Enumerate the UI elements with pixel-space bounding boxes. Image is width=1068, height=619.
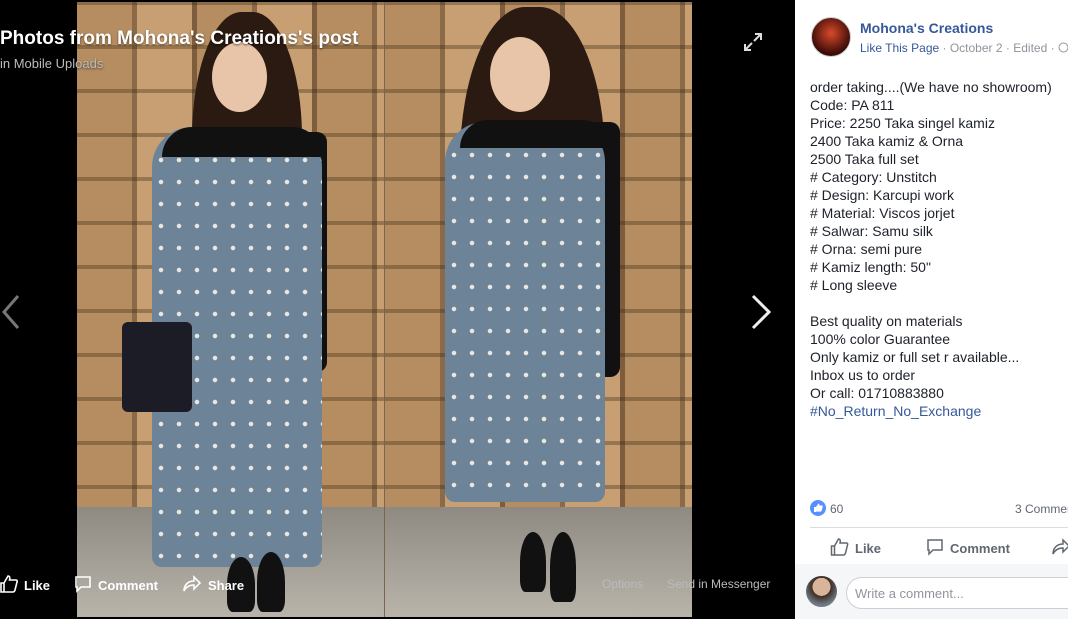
send-in-messenger-link[interactable]: Send in Messenger [667, 577, 770, 591]
post-line: Or call: 01710883880 [810, 385, 944, 401]
post-line: # Salwar: Samu silk [810, 223, 933, 239]
edited-label[interactable]: Edited [1013, 41, 1047, 55]
viewer-share-label: Share [207, 577, 245, 593]
post-actions: Like Comment [810, 530, 1068, 564]
comment-icon [74, 575, 98, 596]
post-line: Best quality on materials [810, 313, 963, 329]
post-line: Inbox us to order [810, 367, 916, 383]
viewer-comment-button[interactable]: Comment [74, 575, 158, 596]
post-line: 2500 Taka full set [810, 151, 919, 167]
post-line: # Design: Karcupi work [810, 187, 954, 203]
globe-icon [1058, 41, 1068, 55]
reactions-bar: 60 3 Comments [810, 500, 1068, 518]
post-panel: Mohona's Creations Like This Page · Octo… [795, 0, 1068, 619]
page-avatar[interactable] [811, 17, 851, 57]
like-reaction-icon[interactable] [810, 500, 826, 516]
photo-right-half [385, 2, 692, 617]
post-line [810, 294, 1068, 312]
post-like-button[interactable]: Like [830, 538, 881, 559]
photo-viewer: Photos from Mohona's Creations's post in… [0, 0, 795, 619]
post-date[interactable]: October 2 [950, 41, 1003, 55]
post-like-label: Like [855, 541, 882, 556]
user-avatar[interactable] [806, 576, 837, 607]
comment-composer [795, 564, 1068, 619]
post-line: # Kamiz length: 50" [810, 259, 931, 275]
post-photo[interactable] [77, 2, 692, 617]
share-icon [182, 574, 208, 596]
post-meta: Like This Page · October 2 · Edited · [860, 41, 1068, 55]
model-figure-left [77, 2, 384, 617]
like-page-link[interactable]: Like This Page [860, 41, 939, 55]
photo-left-half [77, 2, 384, 617]
post-share-button[interactable] [1051, 538, 1068, 559]
viewer-like-button[interactable]: Like [0, 574, 51, 596]
hashtag-link[interactable]: #No_Return_No_Exchange [810, 402, 1068, 420]
post-line: # Orna: semi pure [810, 241, 923, 257]
comment-count[interactable]: 3 Comments [1015, 502, 1068, 516]
chevron-right-icon[interactable] [748, 292, 774, 332]
post-line: 2400 Taka kamiz & Orna [810, 133, 964, 149]
post-line: Only kamiz or full set r available... [810, 349, 1020, 365]
options-link[interactable]: Options [602, 577, 643, 591]
viewer-subtitle[interactable]: in Mobile Uploads [0, 56, 103, 71]
viewer-title[interactable]: Photos from Mohona's Creations's post [0, 28, 358, 50]
viewer-comment-label: Comment [98, 577, 158, 593]
reaction-count[interactable]: 60 [830, 502, 843, 516]
post-line: order taking....(We have no showroom) [810, 79, 1052, 95]
post-line: 100% color Guarantee [810, 331, 951, 347]
viewer-actions: Like Comment Share [0, 573, 268, 597]
share-icon [1051, 538, 1068, 559]
post-line: Code: PA 811 [810, 97, 895, 113]
post-line: # Material: Viscos jorjet [810, 205, 955, 221]
viewer-like-label: Like [24, 577, 51, 593]
post-line: # Category: Unstitch [810, 169, 937, 185]
comment-input[interactable] [846, 577, 1068, 609]
post-line: Price: 2250 Taka singel kamiz [810, 115, 995, 131]
model-figure-right [385, 2, 692, 617]
expand-icon[interactable] [741, 30, 765, 54]
post-line: # Long sleeve [810, 277, 898, 293]
post-comment-label: Comment [950, 541, 1010, 556]
thumbs-up-icon [0, 574, 24, 596]
comment-icon [926, 538, 950, 559]
viewer-share-button[interactable]: Share [182, 574, 245, 596]
post-comment-button[interactable]: Comment [926, 538, 1010, 559]
chevron-left-icon[interactable] [0, 292, 24, 332]
divider [810, 527, 1068, 528]
thumbs-up-icon [830, 538, 855, 559]
page-name[interactable]: Mohona's Creations [860, 20, 993, 36]
post-text: order taking....(We have no showroom) Co… [810, 78, 1068, 420]
